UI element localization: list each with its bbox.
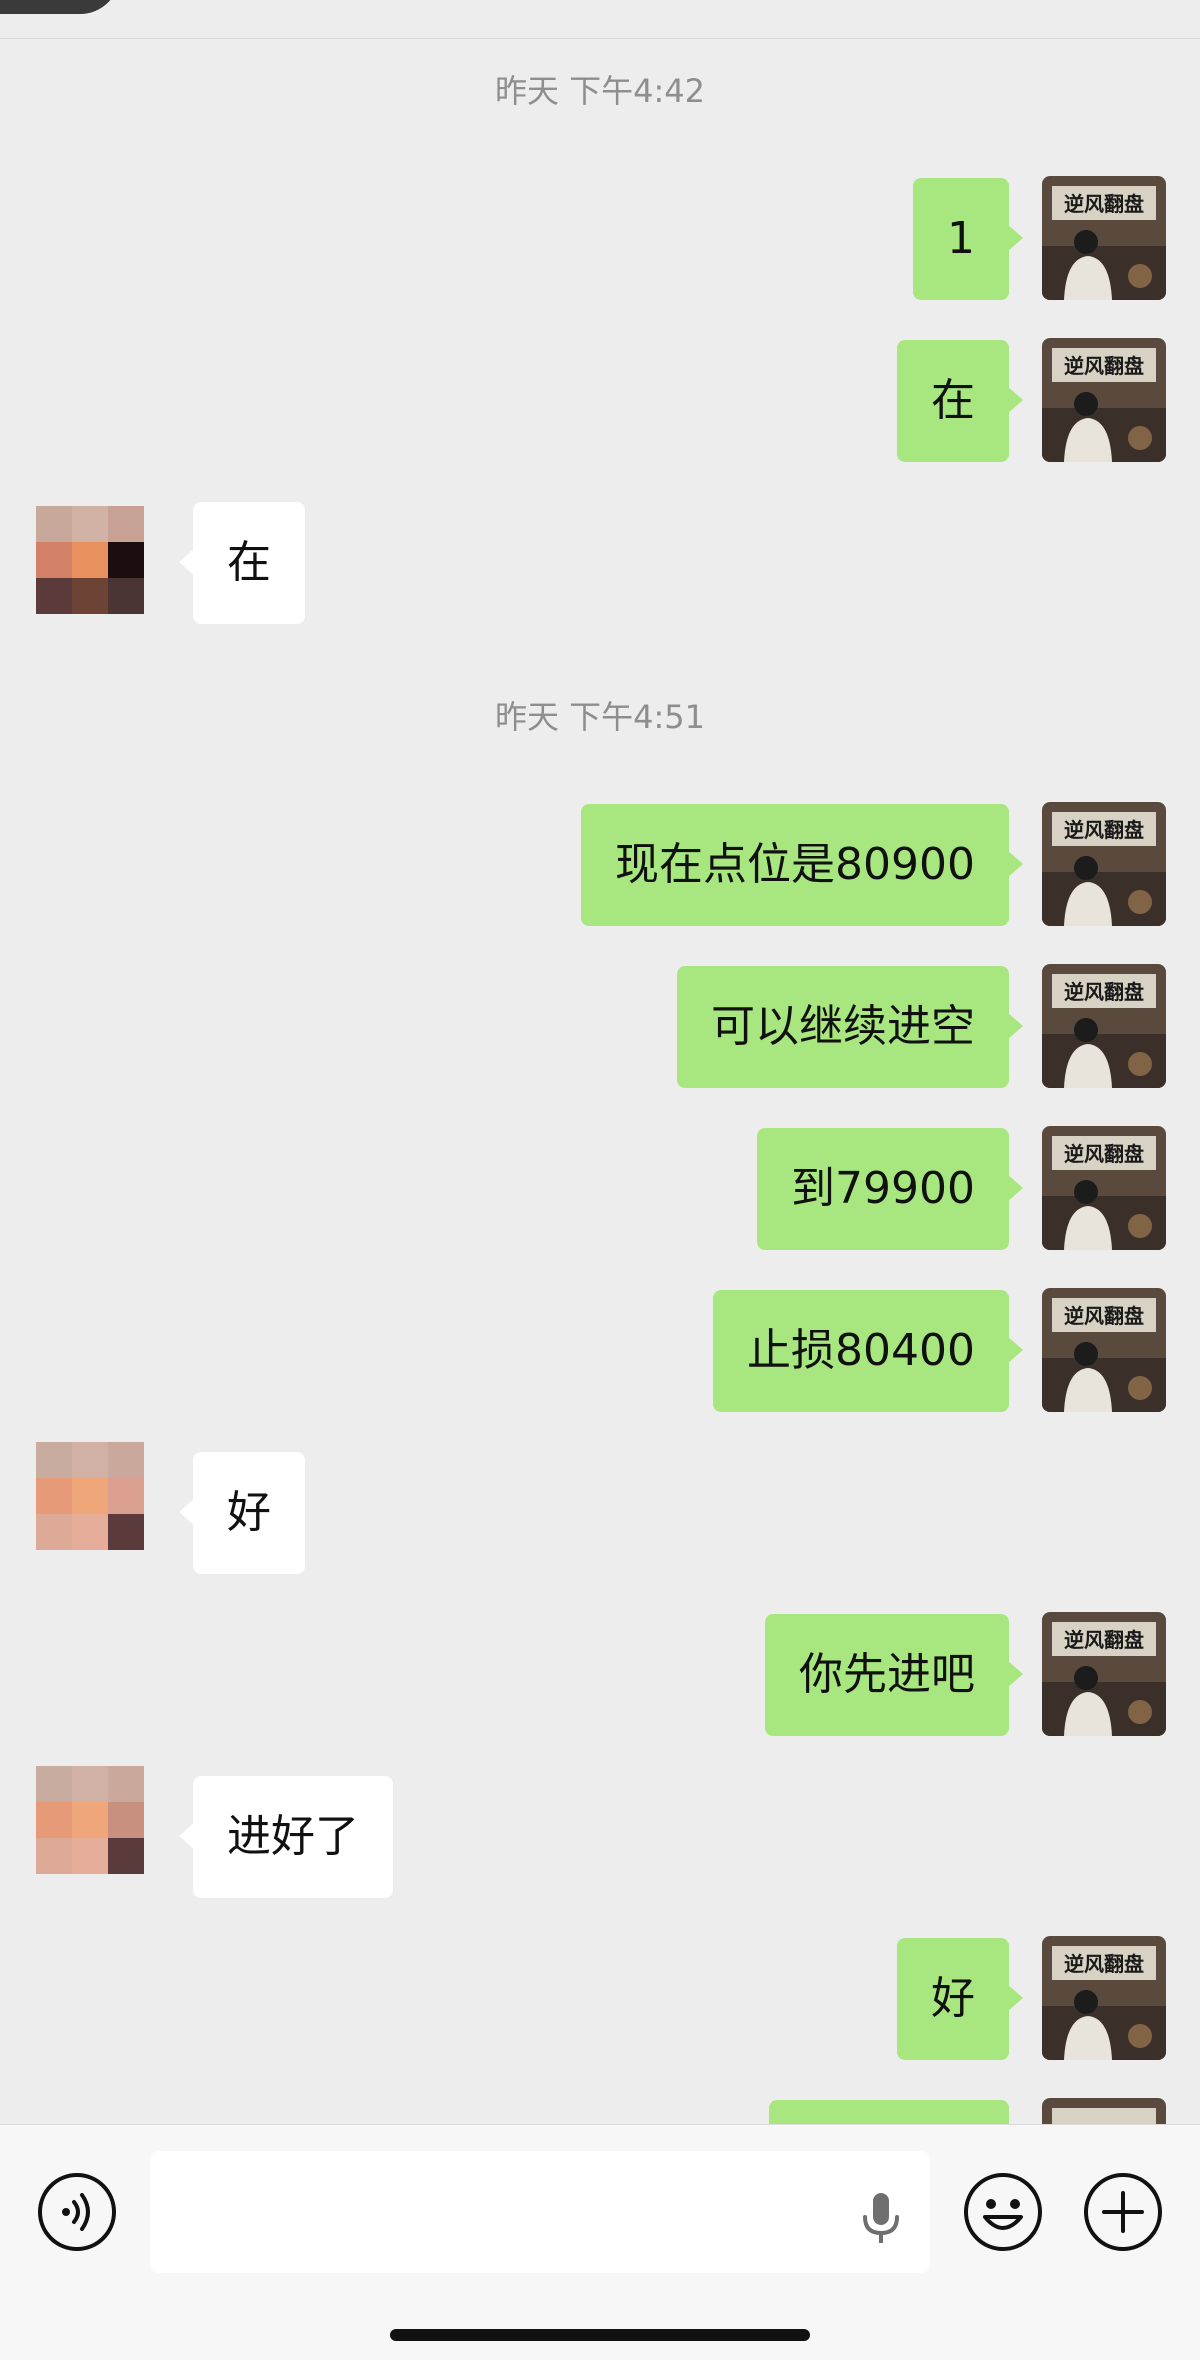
avatar-image — [36, 506, 144, 614]
message-bubble-self[interactable]: 现在点位是80900 — [581, 804, 1023, 926]
avatar-self[interactable]: 逆风翻盘 — [1042, 802, 1166, 926]
avatar-image: 逆风翻盘 — [1042, 964, 1166, 1088]
home-indicator[interactable] — [390, 2329, 810, 2341]
avatar-contact[interactable] — [36, 506, 144, 614]
avatar-banner-text: 逆风翻盘 — [1064, 354, 1144, 378]
avatar-image — [36, 1442, 144, 1550]
avatar-self[interactable]: 逆风翻盘 — [1042, 1612, 1166, 1736]
message-bubble-self[interactable]: 好 — [897, 1938, 1023, 2060]
avatar-banner-text: 逆风翻盘 — [1064, 192, 1144, 216]
message-bubble-self[interactable]: 1 — [913, 178, 1023, 300]
input-bar — [0, 2124, 1200, 2360]
avatar-self[interactable]: 逆风翻盘 — [1042, 1288, 1166, 1412]
back-button[interactable] — [0, 0, 120, 14]
message-bubble-self[interactable]: 到79900 — [757, 1128, 1023, 1250]
chat-history[interactable]: 昨天 下午4:42 1 逆风翻盘 在 逆风翻盘 在 昨天 下午4:51 现在点位… — [0, 38, 1200, 2124]
avatar-image: 逆风翻盘 — [1042, 1288, 1166, 1412]
message-bubble-self[interactable]: 止损80400 — [713, 1290, 1023, 1412]
avatar-self[interactable] — [1042, 2098, 1166, 2124]
message-bubble-self[interactable]: 在 — [897, 340, 1023, 462]
voice-icon[interactable] — [36, 2171, 118, 2257]
avatar-banner-text: 逆风翻盘 — [1064, 1142, 1144, 1166]
timestamp: 昨天 下午4:42 — [494, 72, 706, 110]
avatar-banner-text: 逆风翻盘 — [1064, 1304, 1144, 1328]
emoji-icon[interactable] — [962, 2171, 1044, 2257]
avatar-banner-text: 逆风翻盘 — [1064, 1628, 1144, 1652]
avatar-image — [1042, 2098, 1166, 2124]
avatar-contact[interactable] — [36, 1766, 144, 1874]
avatar-image: 逆风翻盘 — [1042, 1936, 1166, 2060]
avatar-self[interactable]: 逆风翻盘 — [1042, 1936, 1166, 2060]
message-input[interactable] — [150, 2151, 930, 2273]
avatar-self[interactable]: 逆风翻盘 — [1042, 176, 1166, 300]
message-bubble-contact[interactable]: 在 — [179, 502, 305, 624]
avatar-banner-text: 逆风翻盘 — [1064, 818, 1144, 842]
avatar-image: 逆风翻盘 — [1042, 1612, 1166, 1736]
avatar-self[interactable]: 逆风翻盘 — [1042, 338, 1166, 462]
avatar-banner-text: 逆风翻盘 — [1064, 980, 1144, 1004]
title-bar — [0, 0, 1200, 39]
message-bubble-contact[interactable]: 好 — [179, 1452, 305, 1574]
message-bubble-self[interactable]: 你先进吧 — [765, 1614, 1023, 1736]
message-bubble-contact[interactable]: 进好了 — [179, 1776, 393, 1898]
avatar-banner-text: 逆风翻盘 — [1064, 1952, 1144, 1976]
avatar-image: 逆风翻盘 — [1042, 802, 1166, 926]
avatar-contact[interactable] — [36, 1442, 144, 1550]
message-bubble-self[interactable]: 可以继续进空 — [677, 966, 1023, 1088]
message-bubble-self[interactable] — [769, 2100, 1009, 2124]
microphone-icon[interactable] — [858, 2191, 904, 2251]
avatar-self[interactable]: 逆风翻盘 — [1042, 1126, 1166, 1250]
plus-icon[interactable] — [1082, 2171, 1164, 2257]
avatar-image: 逆风翻盘 — [1042, 338, 1166, 462]
avatar-image: 逆风翻盘 — [1042, 176, 1166, 300]
timestamp: 昨天 下午4:51 — [494, 698, 706, 736]
avatar-image: 逆风翻盘 — [1042, 1126, 1166, 1250]
avatar-image — [36, 1766, 144, 1874]
avatar-self[interactable]: 逆风翻盘 — [1042, 964, 1166, 1088]
